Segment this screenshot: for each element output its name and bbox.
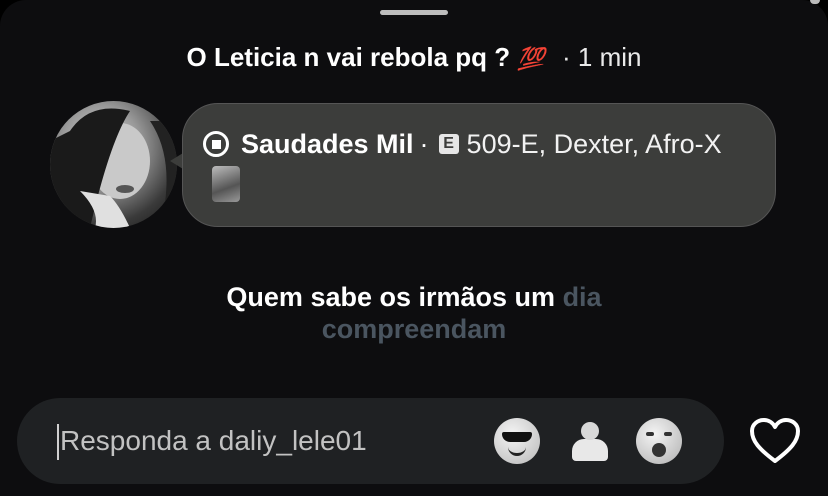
screaming-emoji-button[interactable] xyxy=(636,418,682,464)
lyrics-next-line: compreendam xyxy=(321,314,507,344)
artist-names: 509-E, Dexter, Afro-X xyxy=(466,129,722,159)
heart-icon xyxy=(750,418,800,463)
caption-text: O Leticia n vai rebola pq ? xyxy=(186,42,511,72)
sheet-grabber[interactable] xyxy=(380,10,448,15)
screaming-face-icon xyxy=(636,418,682,464)
shrug-emoji-button[interactable] xyxy=(566,418,612,464)
sunglasses-emoji-button[interactable] xyxy=(494,418,540,464)
sunglasses-icon xyxy=(494,418,540,464)
like-button[interactable] xyxy=(749,417,801,465)
song-title: Saudades Mil xyxy=(241,129,414,159)
separator: · xyxy=(419,129,429,159)
album-cover-icon xyxy=(212,166,240,202)
post-time: · 1 min xyxy=(562,42,642,72)
lyrics-next-word: dia xyxy=(562,282,602,312)
reply-input[interactable]: Responda a daliy_lele01 xyxy=(60,420,367,462)
story-reply-sheet: O Leticia n vai rebola pq ? 💯 · 1 min Sa… xyxy=(0,0,828,496)
lyrics-current: Quem sabe os irmãos um xyxy=(226,282,556,312)
story-caption: O Leticia n vai rebola pq ? 💯 · 1 min xyxy=(0,40,828,76)
music-info: Saudades Mil · E 509-E, Dexter, Afro-X xyxy=(203,127,722,161)
text-cursor xyxy=(57,424,59,460)
status-indicator xyxy=(810,0,820,4)
music-disc-icon xyxy=(203,131,229,157)
shrug-icon xyxy=(566,418,612,464)
avatar[interactable] xyxy=(50,101,177,228)
explicit-badge: E xyxy=(438,134,459,154)
music-sticker[interactable] xyxy=(182,103,776,227)
lyrics-text: Quem sabe os irmãos um dia compreendam xyxy=(0,281,828,345)
hundred-points-icon: 💯 xyxy=(517,46,545,71)
